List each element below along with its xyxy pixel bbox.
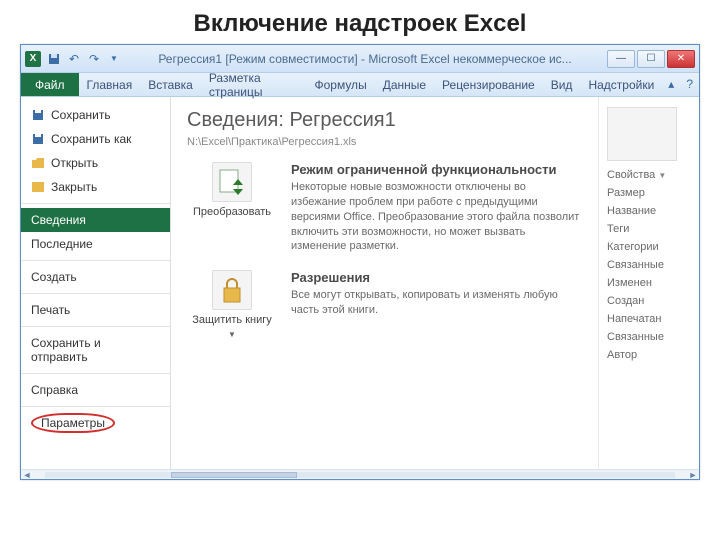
ribbon-tab-data[interactable]: Данные bbox=[375, 73, 434, 96]
convert-icon bbox=[212, 162, 252, 202]
document-thumbnail bbox=[607, 107, 677, 161]
window-title: Регрессия1 [Режим совместимости] - Micro… bbox=[123, 52, 607, 66]
menu-recent[interactable]: Последние bbox=[21, 232, 170, 256]
properties-panel: Свойства ▼ Размер Название Теги Категори… bbox=[599, 97, 699, 469]
scroll-track[interactable] bbox=[45, 472, 675, 478]
undo-icon[interactable]: ↶ bbox=[65, 50, 83, 68]
prop-related2: Связанные bbox=[607, 331, 691, 343]
prop-title: Название bbox=[607, 205, 691, 217]
ribbon-tab-page-layout[interactable]: Разметка страницы bbox=[201, 73, 307, 96]
qat-dropdown-icon[interactable]: ▼ bbox=[105, 50, 123, 68]
menu-share[interactable]: Сохранить и отправить bbox=[21, 331, 170, 369]
slide-title: Включение надстроек Excel bbox=[0, 0, 720, 44]
save-disk-icon bbox=[31, 108, 45, 122]
menu-options-label: Параметры bbox=[31, 413, 115, 433]
info-path: N:\Excel\Практика\Регрессия1.xls bbox=[187, 136, 582, 148]
prop-created: Создан bbox=[607, 295, 691, 307]
convert-label: Преобразовать bbox=[193, 206, 271, 218]
permissions-section: Защитить книгу ▼ Разрешения Все могут от… bbox=[187, 270, 582, 339]
menu-help[interactable]: Справка bbox=[21, 378, 170, 402]
separator bbox=[21, 260, 170, 261]
menu-info-label: Сведения bbox=[31, 213, 86, 227]
prop-printed: Напечатан bbox=[607, 313, 691, 325]
scroll-left-icon[interactable]: ◄ bbox=[21, 470, 33, 480]
file-tab[interactable]: Файл bbox=[21, 73, 79, 96]
permissions-body: Разрешения Все могут открывать, копирова… bbox=[291, 270, 582, 339]
folder-close-icon bbox=[31, 180, 45, 194]
ribbon-tab-review[interactable]: Рецензирование bbox=[434, 73, 543, 96]
prop-tags: Теги bbox=[607, 223, 691, 235]
prop-author: Автор bbox=[607, 349, 691, 361]
save-as-icon bbox=[31, 132, 45, 146]
ribbon-minimize-icon[interactable]: ▴ bbox=[662, 73, 680, 96]
ribbon-tab-formulas[interactable]: Формулы bbox=[306, 73, 374, 96]
permissions-text: Все могут открывать, копировать и изменя… bbox=[291, 288, 582, 318]
menu-info[interactable]: Сведения bbox=[21, 208, 170, 232]
menu-options[interactable]: Параметры bbox=[31, 413, 160, 433]
ribbon-tab-home[interactable]: Главная bbox=[79, 73, 141, 96]
protect-button[interactable]: Защитить книгу ▼ bbox=[187, 270, 277, 339]
close-button[interactable]: ✕ bbox=[667, 50, 695, 68]
ribbon-tab-insert[interactable]: Вставка bbox=[140, 73, 201, 96]
menu-print[interactable]: Печать bbox=[21, 298, 170, 322]
horizontal-scrollbar[interactable]: ◄ ► bbox=[21, 469, 699, 479]
separator bbox=[21, 203, 170, 204]
dropdown-arrow-icon: ▼ bbox=[228, 330, 236, 339]
menu-save-label: Сохранить bbox=[51, 108, 111, 122]
compat-text: Некоторые новые возможности отключены во… bbox=[291, 180, 582, 254]
scroll-right-icon[interactable]: ► bbox=[687, 470, 699, 480]
prop-size: Размер bbox=[607, 187, 691, 199]
backstage-view: Сохранить Сохранить как Открыть Закрыть … bbox=[21, 97, 699, 469]
info-panel: Сведения: Регрессия1 N:\Excel\Практика\Р… bbox=[171, 97, 599, 469]
ribbon: Файл Главная Вставка Разметка страницы Ф… bbox=[21, 73, 699, 97]
menu-open[interactable]: Открыть bbox=[21, 151, 170, 175]
folder-open-icon bbox=[31, 156, 45, 170]
redo-icon[interactable]: ↷ bbox=[85, 50, 103, 68]
prop-modified: Изменен bbox=[607, 277, 691, 289]
backstage-sidebar: Сохранить Сохранить как Открыть Закрыть … bbox=[21, 97, 171, 469]
scroll-thumb[interactable] bbox=[171, 472, 297, 478]
menu-open-label: Открыть bbox=[51, 156, 98, 170]
prop-related: Связанные bbox=[607, 259, 691, 271]
menu-close[interactable]: Закрыть bbox=[21, 175, 170, 199]
compat-section: Преобразовать Режим ограниченной функцио… bbox=[187, 162, 582, 254]
properties-label: Свойства bbox=[607, 169, 655, 181]
ribbon-tab-view[interactable]: Вид bbox=[543, 73, 581, 96]
minimize-button[interactable]: — bbox=[607, 50, 635, 68]
lock-icon bbox=[212, 270, 252, 310]
compat-heading: Режим ограниченной функциональности bbox=[291, 162, 582, 177]
separator bbox=[21, 293, 170, 294]
menu-new[interactable]: Создать bbox=[21, 265, 170, 289]
chevron-down-icon: ▼ bbox=[658, 171, 666, 180]
excel-app-icon: X bbox=[25, 51, 41, 67]
ribbon-tab-addins[interactable]: Надстройки bbox=[580, 73, 662, 96]
permissions-heading: Разрешения bbox=[291, 270, 582, 285]
quick-access-toolbar: ↶ ↷ ▼ bbox=[45, 50, 123, 68]
menu-save-as[interactable]: Сохранить как bbox=[21, 127, 170, 151]
menu-save-as-label: Сохранить как bbox=[51, 132, 131, 146]
separator bbox=[21, 326, 170, 327]
window-controls: — ☐ ✕ bbox=[607, 50, 695, 68]
menu-save[interactable]: Сохранить bbox=[21, 103, 170, 127]
save-icon[interactable] bbox=[45, 50, 63, 68]
compat-body: Режим ограниченной функциональности Неко… bbox=[291, 162, 582, 254]
separator bbox=[21, 373, 170, 374]
maximize-button[interactable]: ☐ bbox=[637, 50, 665, 68]
info-title: Сведения: Регрессия1 bbox=[187, 109, 582, 132]
protect-label: Защитить книгу bbox=[192, 314, 272, 326]
help-icon[interactable]: ? bbox=[680, 73, 699, 96]
convert-button[interactable]: Преобразовать bbox=[187, 162, 277, 254]
menu-close-label: Закрыть bbox=[51, 180, 97, 194]
excel-window: X ↶ ↷ ▼ Регрессия1 [Режим совместимости]… bbox=[20, 44, 700, 480]
separator bbox=[21, 406, 170, 407]
titlebar: X ↶ ↷ ▼ Регрессия1 [Режим совместимости]… bbox=[21, 45, 699, 73]
properties-dropdown[interactable]: Свойства ▼ bbox=[607, 169, 691, 181]
prop-categories: Категории bbox=[607, 241, 691, 253]
